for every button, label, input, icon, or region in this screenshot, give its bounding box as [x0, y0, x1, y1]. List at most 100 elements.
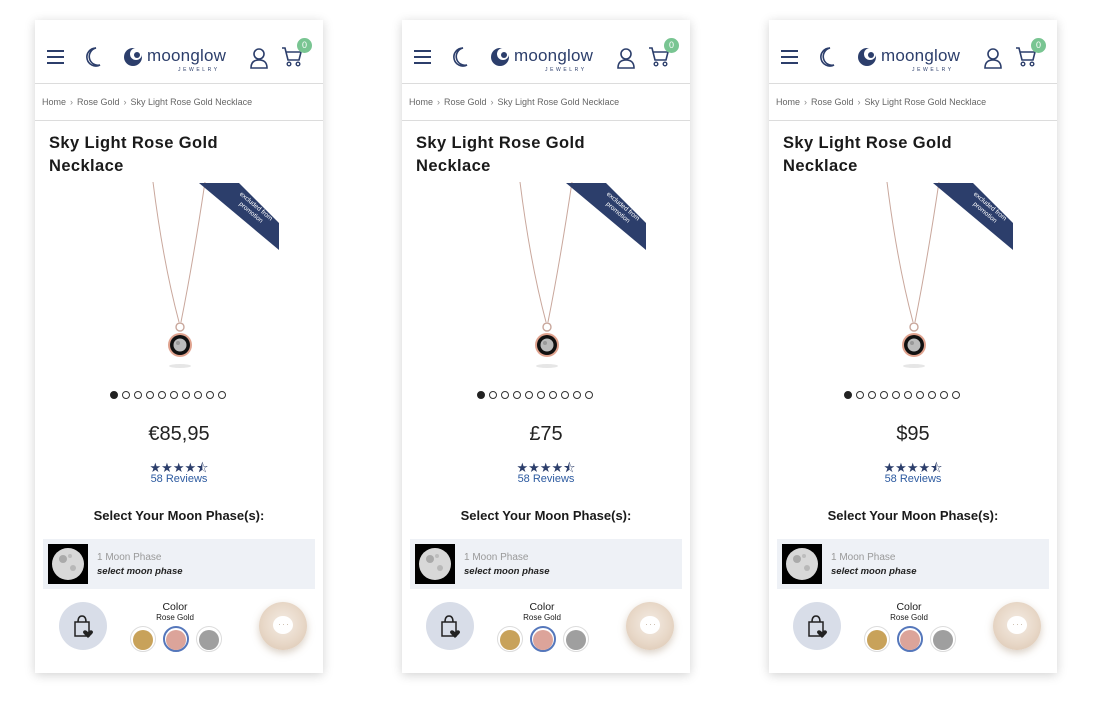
- breadcrumb-rose-gold[interactable]: Rose Gold: [811, 97, 854, 107]
- cart-count-badge: 0: [664, 38, 679, 53]
- breadcrumb-current: Sky Light Rose Gold Necklace: [130, 97, 253, 107]
- menu-icon[interactable]: [414, 50, 431, 64]
- breadcrumb-rose-gold[interactable]: Rose Gold: [444, 97, 487, 107]
- moon-phase-selector[interactable]: 1 Moon Phase select moon phase: [43, 539, 315, 589]
- gallery-dot-1[interactable]: [110, 391, 118, 399]
- reviews-link[interactable]: 58 Reviews: [35, 473, 323, 485]
- swatch-gold[interactable]: [867, 630, 887, 650]
- gallery-dot-4[interactable]: [146, 391, 154, 399]
- logo-subtext: JEWELRY: [545, 67, 587, 73]
- dark-mode-moon-icon[interactable]: [450, 46, 470, 68]
- breadcrumb-home[interactable]: Home: [409, 97, 433, 107]
- gallery-dot-6[interactable]: [537, 391, 545, 399]
- gallery-dot-8[interactable]: [194, 391, 202, 399]
- user-account-icon[interactable]: [249, 47, 269, 69]
- select-moon-phase-prompt: select moon phase: [97, 566, 183, 577]
- gallery-dot-9[interactable]: [940, 391, 948, 399]
- gallery-dot-3[interactable]: [868, 391, 876, 399]
- product-title: Sky Light Rose Gold Necklace: [49, 134, 218, 175]
- breadcrumb-home[interactable]: Home: [42, 97, 66, 107]
- product-title: Sky Light Rose Gold Necklace: [416, 134, 585, 175]
- gallery-dot-1[interactable]: [477, 391, 485, 399]
- dark-mode-moon-icon[interactable]: [817, 46, 837, 68]
- gallery-dot-9[interactable]: [206, 391, 214, 399]
- moon-face-logo-icon: [491, 48, 509, 66]
- moon-face-logo-icon: [124, 48, 142, 66]
- gallery-dot-2[interactable]: [489, 391, 497, 399]
- gallery-dot-8[interactable]: [928, 391, 936, 399]
- swatch-silver[interactable]: [566, 630, 586, 650]
- breadcrumb: Home › Rose Gold › Sky Light Rose Gold Neckl…: [35, 84, 323, 121]
- chat-button[interactable]: ···: [993, 602, 1041, 650]
- swatch-rose-gold[interactable]: [900, 630, 920, 650]
- moon-phase-heading: Select Your Moon Phase(s):: [93, 508, 265, 523]
- site-header: moonglow JEWELRY 0: [35, 20, 323, 84]
- select-moon-phase-prompt: select moon phase: [464, 566, 550, 577]
- menu-icon[interactable]: [47, 50, 64, 64]
- gallery-dot-10[interactable]: [952, 391, 960, 399]
- logo-subtext: JEWELRY: [178, 67, 220, 73]
- gallery-dot-10[interactable]: [585, 391, 593, 399]
- select-moon-phase-prompt: select moon phase: [831, 566, 917, 577]
- gallery-dot-5[interactable]: [525, 391, 533, 399]
- product-page-usd: moonglow JEWELRY 0 Home › Rose Gold › Sky Li…: [769, 20, 1057, 673]
- gallery-dot-5[interactable]: [892, 391, 900, 399]
- gallery-dot-7[interactable]: [549, 391, 557, 399]
- product-title: Sky Light Rose Gold Necklace: [783, 134, 952, 175]
- user-account-icon[interactable]: [983, 47, 1003, 69]
- moon-phase-count: 1 Moon Phase: [97, 552, 162, 563]
- gallery-dot-3[interactable]: [501, 391, 509, 399]
- moon-phase-heading: Select Your Moon Phase(s):: [460, 508, 632, 523]
- gallery-pagination: [844, 391, 960, 399]
- cart-count-badge: 0: [1031, 38, 1046, 53]
- gallery-dot-2[interactable]: [856, 391, 864, 399]
- swatch-rose-gold[interactable]: [166, 630, 186, 650]
- breadcrumb-home[interactable]: Home: [776, 97, 800, 107]
- logo-text: moonglow: [514, 46, 594, 65]
- moon-phase-selector[interactable]: 1 Moon Phase select moon phase: [410, 539, 682, 589]
- gallery-dot-6[interactable]: [170, 391, 178, 399]
- breadcrumb-current: Sky Light Rose Gold Necklace: [497, 97, 620, 107]
- breadcrumb: Home › Rose Gold › Sky Light Rose Gold Neckl…: [769, 84, 1057, 121]
- moon-thumbnail: [782, 544, 822, 584]
- moon-phase-count: 1 Moon Phase: [464, 552, 529, 563]
- reviews-link[interactable]: 58 Reviews: [769, 473, 1057, 485]
- product-page-eur: moonglow JEWELRY 0 Home › Rose Gold › Sky Li…: [35, 20, 323, 673]
- gallery-dot-1[interactable]: [844, 391, 852, 399]
- swatch-rose-gold[interactable]: [533, 630, 553, 650]
- swatch-silver[interactable]: [933, 630, 953, 650]
- gallery-dot-5[interactable]: [158, 391, 166, 399]
- gallery-dot-6[interactable]: [904, 391, 912, 399]
- user-account-icon[interactable]: [616, 47, 636, 69]
- moon-phase-selector[interactable]: 1 Moon Phase select moon phase: [777, 539, 1049, 589]
- dark-mode-moon-icon[interactable]: [83, 46, 103, 68]
- swatch-silver[interactable]: [199, 630, 219, 650]
- product-page-gbp: moonglow JEWELRY 0 Home › Rose Gold › Sky Li…: [402, 20, 690, 673]
- chat-button[interactable]: ···: [626, 602, 674, 650]
- menu-icon[interactable]: [781, 50, 798, 64]
- gallery-dot-9[interactable]: [573, 391, 581, 399]
- moon-phase-count: 1 Moon Phase: [831, 552, 896, 563]
- logo-subtext: JEWELRY: [912, 67, 954, 73]
- moon-face-logo-icon: [858, 48, 876, 66]
- site-header: moonglow JEWELRY 0: [769, 20, 1057, 84]
- gallery-dot-3[interactable]: [134, 391, 142, 399]
- breadcrumb-rose-gold[interactable]: Rose Gold: [77, 97, 120, 107]
- reviews-link[interactable]: 58 Reviews: [402, 473, 690, 485]
- gallery-dot-7[interactable]: [916, 391, 924, 399]
- swatch-gold[interactable]: [133, 630, 153, 650]
- gallery-pagination: [477, 391, 593, 399]
- moon-thumbnail: [415, 544, 455, 584]
- cart-count-badge: 0: [297, 38, 312, 53]
- gallery-dot-10[interactable]: [218, 391, 226, 399]
- logo-text: moonglow: [147, 46, 227, 65]
- swatch-gold[interactable]: [500, 630, 520, 650]
- gallery-dot-8[interactable]: [561, 391, 569, 399]
- gallery-dot-4[interactable]: [513, 391, 521, 399]
- gallery-dot-4[interactable]: [880, 391, 888, 399]
- product-price: €85,95: [148, 423, 210, 445]
- gallery-dot-7[interactable]: [182, 391, 190, 399]
- gallery-dot-2[interactable]: [122, 391, 130, 399]
- chat-button[interactable]: ···: [259, 602, 307, 650]
- breadcrumb-current: Sky Light Rose Gold Necklace: [864, 97, 987, 107]
